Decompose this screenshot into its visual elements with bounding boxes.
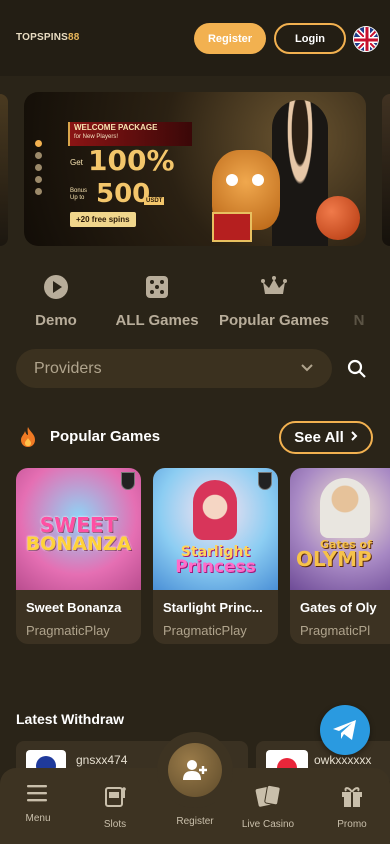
bonus-percent: 100% <box>88 144 175 177</box>
nav-label: Slots <box>103 819 127 830</box>
register-button[interactable]: Register <box>194 23 266 54</box>
crown-icon <box>261 274 287 300</box>
upto-label: Up to <box>70 194 85 201</box>
welcome-subtitle: for New Players! <box>74 134 119 140</box>
category-popular-games[interactable]: Popular Games <box>216 274 332 329</box>
game-card-sweet-bonanza[interactable]: SWEET BONANZA Sweet Bonanza PragmaticPla… <box>16 468 141 644</box>
carousel-dot[interactable] <box>35 140 42 147</box>
play-icon <box>43 274 69 300</box>
game-logo-line: OLYMP <box>296 547 372 572</box>
nav-label: Promo <box>337 819 367 830</box>
login-button[interactable]: Login <box>274 23 346 54</box>
game-thumbnail: Gates of OLYMP <box>290 468 390 590</box>
bonus-amount: 500 <box>96 179 151 209</box>
game-card-gates-of-olympus[interactable]: Gates of OLYMP Gates of Oly PragmaticPl <box>290 468 390 644</box>
prev-banner-peek[interactable] <box>0 94 8 246</box>
add-user-icon <box>168 743 222 797</box>
game-provider: PragmaticPlay <box>163 623 247 638</box>
welcome-title: WELCOME PACKAGE <box>74 123 158 132</box>
currency-badge: USDT <box>144 197 165 205</box>
category-demo[interactable]: Demo <box>30 274 82 329</box>
chevron-down-icon <box>300 360 314 378</box>
withdraw-username: gnsxx474 <box>76 753 128 767</box>
game-card-starlight-princess[interactable]: Starlight Princess Starlight Princ... Pr… <box>153 468 278 644</box>
game-logo-line: Princess <box>175 557 256 578</box>
site-logo[interactable]: TOPSPINS88 <box>16 32 80 43</box>
popular-games-title: Popular Games <box>50 428 161 445</box>
latest-withdraw-title: Latest Withdraw <box>16 711 124 727</box>
gift-icon <box>340 784 364 813</box>
game-thumbnail: SWEET BONANZA <box>16 468 141 590</box>
slot-machine-icon <box>103 784 127 813</box>
nav-menu[interactable]: Menu <box>3 784 73 824</box>
header: TOPSPINS88 Register Login <box>0 0 390 76</box>
pragmatic-play-badge <box>258 472 272 490</box>
get-label: Get <box>70 158 83 167</box>
gift-box-image <box>212 212 252 242</box>
game-provider: PragmaticPlay <box>26 623 110 638</box>
nav-live-casino[interactable]: Live Casino <box>233 784 303 830</box>
menu-icon <box>27 784 49 807</box>
category-label: ALL Games <box>115 312 199 329</box>
carousel-dots <box>35 140 42 195</box>
withdraw-username: owkxxxxxx <box>314 753 372 767</box>
flame-icon <box>18 426 38 453</box>
dice-icon <box>144 274 170 300</box>
free-spins-badge: +20 free spins <box>70 212 136 227</box>
basketball-image <box>316 196 360 240</box>
carousel-dot[interactable] <box>35 152 42 159</box>
nav-register-button[interactable] <box>157 732 233 808</box>
pragmatic-play-badge <box>121 472 135 490</box>
carousel-dot[interactable] <box>35 164 42 171</box>
category-all-games[interactable]: ALL Games <box>110 274 204 329</box>
nav-slots[interactable]: Slots <box>80 784 150 830</box>
game-provider: PragmaticPl <box>300 623 371 638</box>
providers-dropdown[interactable]: Providers <box>16 349 332 388</box>
welcome-ribbon: WELCOME PACKAGE for New Players! <box>68 122 192 146</box>
game-logo-line: BONANZA <box>25 533 132 555</box>
nav-label: Register <box>176 816 214 827</box>
bonus-label: Bonus <box>70 188 88 194</box>
category-label: Popular Games <box>218 312 330 329</box>
logo-number: 88 <box>68 32 80 43</box>
cards-icon <box>255 784 281 813</box>
category-next-peek[interactable]: N <box>344 274 374 329</box>
next-banner-peek[interactable] <box>382 94 390 246</box>
see-all-button[interactable]: See All <box>279 421 373 454</box>
promo-banner[interactable]: WELCOME PACKAGE for New Players! Get 100… <box>24 92 366 246</box>
see-all-label: See All <box>294 429 344 446</box>
game-name: Sweet Bonanza <box>26 600 122 615</box>
uk-flag-icon[interactable] <box>353 26 379 52</box>
logo-text: TOPSPINS <box>16 32 68 43</box>
category-label: N <box>353 312 365 329</box>
carousel-dot[interactable] <box>35 176 42 183</box>
carousel-dot[interactable] <box>35 188 42 195</box>
nav-label: Live Casino <box>241 819 295 830</box>
game-name: Starlight Princ... <box>163 600 263 615</box>
nav-label: Menu <box>25 813 51 824</box>
game-thumbnail: Starlight Princess <box>153 468 278 590</box>
chevron-right-icon <box>350 429 358 446</box>
search-icon[interactable] <box>347 359 367 379</box>
category-label: Demo <box>35 312 77 329</box>
nav-promo[interactable]: Promo <box>317 784 387 830</box>
game-name: Gates of Oly <box>300 600 377 615</box>
bonus-upto: Bonus Up to <box>70 188 87 201</box>
telegram-icon[interactable] <box>320 705 370 755</box>
providers-label: Providers <box>34 359 102 377</box>
